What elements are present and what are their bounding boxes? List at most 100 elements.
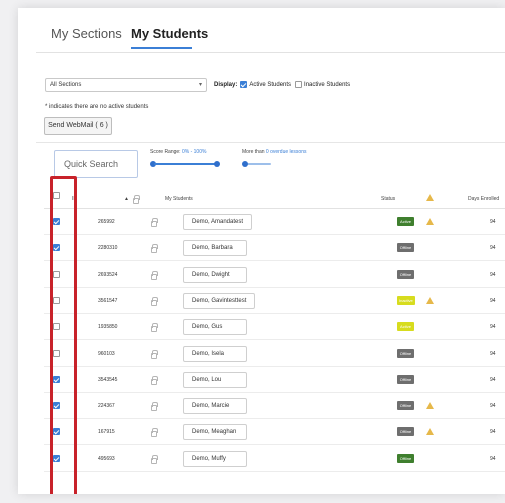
row-checkbox[interactable] — [53, 218, 60, 225]
no-active-note: * indicates there are no active students — [45, 104, 149, 110]
status-badge: Offline — [397, 401, 414, 411]
days-enrolled: 94 — [490, 429, 496, 436]
lock-icon[interactable] — [151, 375, 158, 385]
student-name-button[interactable]: Demo, Isela — [183, 345, 247, 362]
status-badge: Active — [397, 217, 414, 226]
row-checkbox[interactable] — [53, 296, 60, 304]
students-panel: My Sections My Students All Sections ▾ D… — [18, 8, 505, 494]
table-row: 224367 Demo, Marcie Offline 94 — [44, 393, 505, 420]
student-id: 1935850 — [98, 324, 118, 331]
lock-icon[interactable] — [151, 323, 158, 333]
student-id: 224367 — [98, 403, 115, 410]
table-row: 2280310 Demo, Barbara Offline 94 — [44, 235, 505, 262]
student-id: 3543545 — [98, 376, 118, 383]
lock-icon[interactable] — [151, 244, 158, 254]
tab-my-students[interactable]: My Students — [131, 26, 208, 41]
score-range-max-handle[interactable] — [214, 161, 220, 167]
student-id: 3561547 — [98, 297, 118, 304]
table-row: 2693524 Demo, Dwight Offline 94 — [44, 262, 505, 288]
warning-icon — [426, 296, 434, 304]
lock-icon[interactable] — [151, 428, 158, 438]
table-row: 495693 Demo, Muffy Offline 94 — [44, 446, 505, 472]
score-range-value: 0% - 100% — [181, 149, 207, 155]
send-webmail-button[interactable]: Send WebMail ( 6 ) — [44, 117, 112, 135]
days-enrolled: 94 — [490, 245, 496, 252]
row-checkbox[interactable] — [53, 402, 60, 410]
table-row: 265992 Demo, Amandatest Active 94 — [44, 209, 505, 235]
student-id: 2280310 — [98, 245, 118, 252]
warning-icon — [426, 428, 434, 436]
more-than-value: 0 overdue lessons — [265, 149, 307, 155]
status-badge: Offline — [397, 243, 414, 253]
table-row: 960103 Demo, Isela Offline 94 — [44, 341, 505, 367]
days-enrolled: 94 — [490, 297, 496, 304]
days-enrolled: 94 — [490, 219, 496, 225]
lock-icon[interactable] — [151, 454, 158, 464]
overdue-slider[interactable] — [247, 163, 271, 165]
row-checkbox[interactable] — [53, 244, 60, 252]
col-header-students[interactable]: My Students — [165, 196, 193, 202]
days-enrolled: 94 — [490, 350, 496, 357]
toolbar-divider — [36, 142, 505, 143]
quick-search-input[interactable]: Quick Search — [54, 150, 138, 178]
score-range-label: Score Range: 0% - 100% — [150, 149, 206, 155]
status-badge: Offline — [397, 453, 414, 463]
student-name-button[interactable]: Demo, Gus — [183, 319, 247, 336]
student-id: 960103 — [98, 350, 115, 357]
col-header-id[interactable]: ID — [72, 196, 77, 202]
lock-icon[interactable] — [151, 218, 158, 227]
student-name-button[interactable]: Demo, Amandatest — [183, 214, 253, 230]
lock-icon[interactable] — [151, 402, 158, 412]
active-students-checkbox[interactable] — [240, 81, 248, 88]
select-all-checkbox[interactable] — [53, 192, 60, 199]
lock-icon[interactable] — [151, 296, 158, 306]
lock-icon[interactable] — [151, 349, 158, 359]
tabs-divider — [36, 52, 505, 53]
row-checkbox[interactable] — [53, 323, 60, 331]
score-range-slider[interactable] — [154, 163, 216, 165]
row-checkbox[interactable] — [53, 270, 60, 278]
row-checkbox[interactable] — [53, 375, 60, 383]
student-name-button[interactable]: Demo, Gavintesttest — [183, 292, 256, 309]
more-than-caption: More than — [242, 149, 265, 155]
active-students-label: Active Students — [249, 81, 292, 88]
section-select[interactable]: All Sections ▾ — [45, 78, 207, 92]
col-header-status[interactable]: Status — [381, 196, 395, 202]
row-checkbox[interactable] — [53, 454, 60, 462]
warning-icon — [426, 402, 434, 410]
section-select-value: All Sections — [50, 82, 82, 88]
display-filter: Display: Active Students Inactive Studen… — [214, 81, 354, 88]
inactive-students-label: Inactive Students — [304, 81, 351, 88]
student-name-button[interactable]: Demo, Lou — [183, 371, 247, 388]
lock-icon — [133, 195, 140, 204]
student-id: 167915 — [98, 429, 115, 436]
row-checkbox[interactable] — [53, 349, 60, 357]
days-enrolled: 94 — [490, 376, 496, 383]
student-name-button[interactable]: Demo, Meaghan — [183, 424, 247, 441]
score-range-caption: Score Range: — [150, 149, 181, 155]
student-name-button[interactable]: Demo, Muffy — [183, 450, 247, 467]
student-name-button[interactable]: Demo, Dwight — [183, 266, 247, 283]
row-checkbox[interactable] — [53, 428, 60, 436]
student-name-button[interactable]: Demo, Barbara — [183, 240, 247, 257]
student-id: 2693524 — [98, 271, 118, 278]
tab-my-sections[interactable]: My Sections — [51, 26, 122, 41]
table-row: 167915 Demo, Meaghan Offline 94 — [44, 419, 505, 446]
status-badge: Inactive — [397, 295, 415, 305]
status-badge: Active — [397, 322, 414, 332]
days-enrolled: 94 — [490, 271, 496, 278]
sort-up-icon[interactable]: ▲ — [124, 196, 129, 202]
warning-icon — [426, 218, 434, 225]
status-badge: Offline — [397, 374, 414, 384]
student-name-button[interactable]: Demo, Marcie — [183, 398, 247, 415]
col-header-days[interactable]: Days Enrolled — [468, 196, 499, 202]
status-badge: Offline — [397, 269, 414, 279]
inactive-students-checkbox[interactable] — [295, 81, 303, 88]
chevron-down-icon: ▾ — [198, 82, 202, 88]
lock-icon[interactable] — [151, 270, 158, 280]
table-row: 3543545 Demo, Lou Offline 94 — [44, 367, 505, 393]
display-label: Display: — [214, 81, 238, 88]
overdue-filter-label: More than 0 overdue lessons — [242, 149, 307, 155]
days-enrolled: 94 — [490, 403, 496, 410]
student-id: 495693 — [98, 455, 115, 462]
